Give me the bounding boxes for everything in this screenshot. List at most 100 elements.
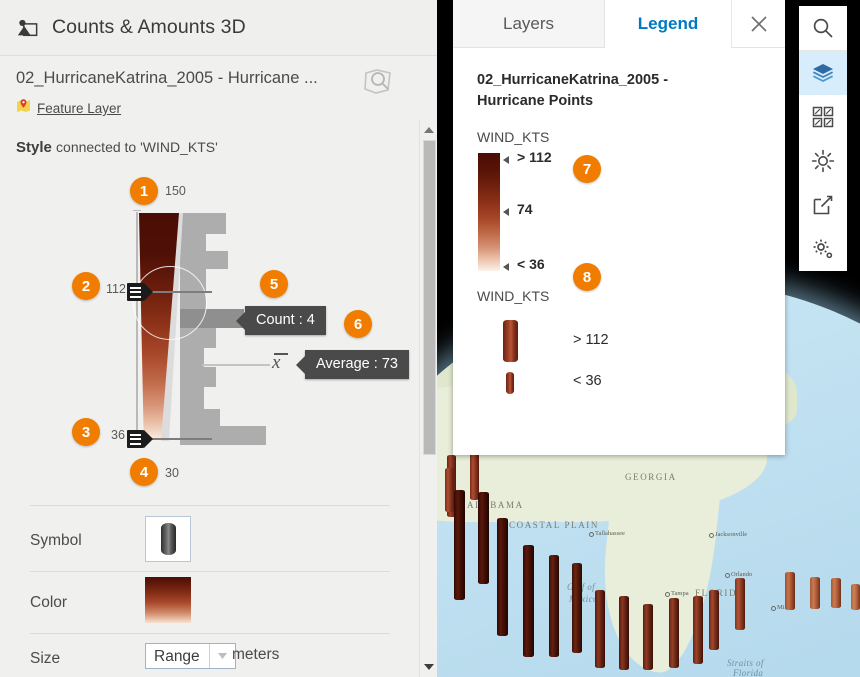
hurricane-column[interactable]	[497, 518, 508, 636]
cylinder-icon-large	[503, 320, 518, 363]
scroll-down-arrow-icon[interactable]	[424, 664, 434, 671]
legend-body: 02_HurricaneKatrina_2005 - Hurricane Poi…	[453, 48, 785, 455]
callout-badge-3: 3	[72, 418, 100, 446]
feature-layer-row[interactable]: Feature Layer	[16, 98, 421, 119]
hurricane-column[interactable]	[619, 596, 629, 670]
hurricane-column[interactable]	[643, 604, 653, 670]
ramp-tick-icon	[501, 263, 509, 272]
layers-icon[interactable]	[799, 51, 847, 95]
map-label: Florida	[733, 668, 764, 677]
cylinder-icon-small	[506, 372, 514, 395]
count-tooltip: Count : 4	[236, 306, 326, 335]
legend-panel: Layers Legend 02_HurricaneKatrina_2005 -…	[453, 0, 785, 455]
hurricane-column[interactable]	[709, 590, 719, 650]
handle-pointer-icon	[144, 430, 153, 448]
ramp-tick-icon	[501, 208, 509, 217]
app-root: Counts & Amounts 3D 02_HurricaneKatrina_…	[0, 0, 860, 677]
hurricane-column[interactable]	[831, 578, 841, 608]
legend-tabs: Layers Legend	[453, 0, 785, 48]
hurricane-column[interactable]	[810, 577, 820, 609]
histogram-bar	[180, 251, 228, 269]
hurricane-column[interactable]	[669, 598, 679, 668]
color-label: Color	[30, 594, 68, 611]
hurricane-column[interactable]	[693, 596, 703, 664]
map-city-label: Tampa	[665, 590, 689, 597]
slider-track[interactable]	[136, 212, 138, 442]
share-icon[interactable]	[799, 183, 847, 227]
layer-info-row: 02_HurricaneKatrina_2005 - Hurricane ...	[0, 56, 437, 120]
cylinder-icon	[160, 523, 176, 555]
ramp-stop-label: 74	[517, 201, 533, 218]
hurricane-column[interactable]	[785, 572, 795, 610]
slider-tick-top	[133, 210, 141, 211]
histogram-bar	[180, 348, 204, 367]
legend-color-ramp: > 112 74 < 36	[477, 149, 761, 273]
size-mode-value: Range	[154, 648, 200, 665]
histogram-bar	[180, 426, 266, 445]
style-sublabel: connected to 'WIND_KTS'	[56, 139, 218, 155]
lower-handle-value: 36	[111, 428, 125, 442]
axis-max-label: 150	[165, 184, 186, 198]
scrollbar-thumb[interactable]	[423, 140, 436, 455]
color-ramp-swatch-button[interactable]	[145, 577, 191, 623]
axis-min-label: 30	[165, 466, 179, 480]
callout-badge-2: 2	[72, 272, 100, 300]
feature-layer-link[interactable]: Feature Layer	[37, 101, 121, 116]
legend-color-field-label: WIND_KTS	[477, 129, 550, 146]
callout-badge-4: 4	[130, 458, 158, 486]
daylight-sun-icon[interactable]	[799, 139, 847, 183]
hurricane-column[interactable]	[765, 572, 775, 616]
divider	[30, 633, 390, 634]
chevron-down-icon[interactable]	[208, 644, 235, 668]
histogram-bar	[180, 234, 206, 251]
panel-scrollbar[interactable]	[419, 120, 437, 677]
hurricane-column[interactable]	[445, 468, 454, 512]
legend-size-symbols: > 112 < 36	[477, 314, 761, 404]
tab-layers[interactable]: Layers	[453, 0, 605, 48]
scroll-up-arrow-icon[interactable]	[424, 126, 434, 133]
settings-gear-icon[interactable]	[799, 227, 847, 271]
callout-badge-1: 1	[130, 177, 158, 205]
ramp-stop-label: > 112	[517, 149, 552, 166]
feature-layer-icon	[16, 98, 31, 119]
average-connector	[202, 364, 270, 366]
handle-grip-icon	[127, 430, 144, 448]
map-label: ALABAMA	[467, 500, 524, 510]
basemap-gallery-icon[interactable]	[799, 95, 847, 139]
upper-slider-handle[interactable]	[127, 283, 153, 301]
size-mode-select[interactable]: Range	[145, 643, 236, 669]
hurricane-column[interactable]	[523, 545, 534, 657]
tab-legend[interactable]: Legend	[605, 0, 731, 48]
divider	[30, 571, 390, 572]
ramp-tick-icon	[501, 156, 509, 165]
upper-handle-value: 112	[106, 282, 126, 296]
average-symbol-icon: x	[272, 352, 289, 373]
search-icon[interactable]	[799, 6, 847, 50]
color-ramp-bar	[478, 153, 500, 272]
close-icon[interactable]	[731, 0, 785, 48]
map-view[interactable]: ALABAMA GEORGIA COASTAL PLAIN FLORIDA Gu…	[437, 0, 860, 677]
hurricane-column[interactable]	[572, 563, 582, 653]
histogram-bar	[180, 409, 220, 426]
hurricane-column[interactable]	[478, 492, 489, 584]
symbol-swatch-button[interactable]	[145, 516, 191, 562]
hurricane-column[interactable]	[595, 590, 605, 668]
hurricane-column[interactable]	[735, 578, 745, 630]
hurricane-column[interactable]	[851, 584, 860, 610]
size-units-label: meters	[232, 646, 280, 663]
map-label: Straits of	[727, 658, 764, 668]
zoom-to-layer-icon[interactable]	[361, 65, 395, 97]
hurricane-column[interactable]	[454, 490, 465, 600]
hurricane-column[interactable]	[549, 555, 559, 657]
divider	[30, 505, 390, 506]
map-city-label: Jacksonville	[708, 531, 748, 538]
callout-badge-7: 7	[573, 155, 601, 183]
map-city-label: Tallahassee	[589, 530, 625, 537]
page-title: Counts & Amounts 3D	[52, 16, 246, 38]
average-tooltip: Average : 73	[296, 350, 409, 379]
upper-handle-connector	[150, 291, 212, 293]
lower-slider-handle[interactable]	[127, 430, 153, 448]
lower-handle-connector	[150, 438, 212, 440]
legend-size-field-label: WIND_KTS	[477, 288, 550, 305]
ramp-stop-label: < 36	[517, 256, 545, 273]
